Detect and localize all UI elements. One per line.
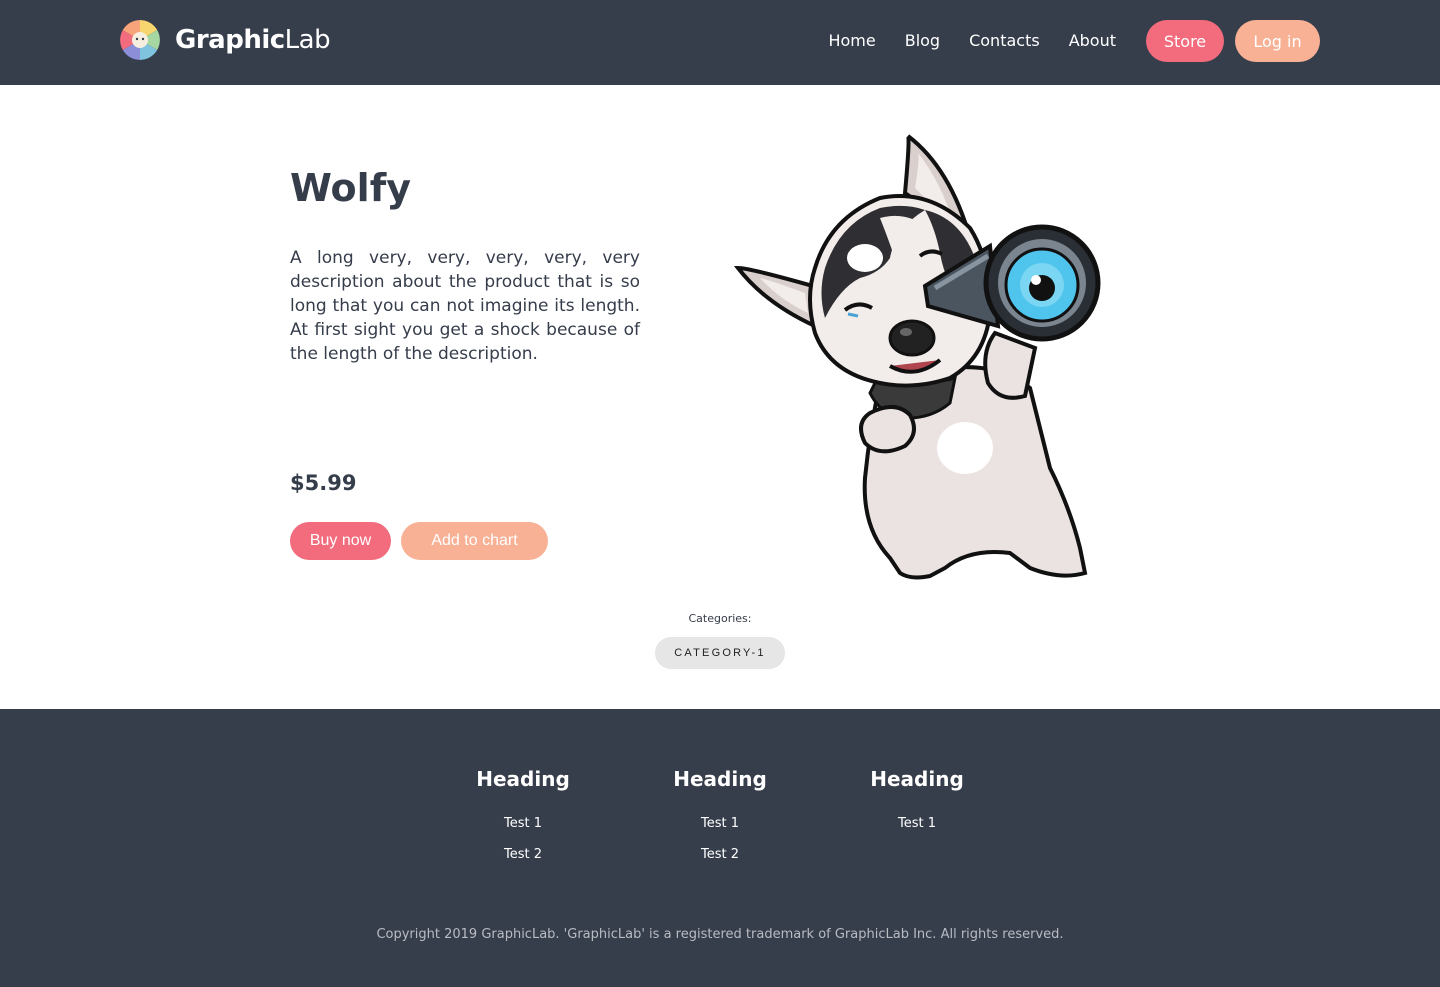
- brand-logo[interactable]: GraphicLab: [120, 20, 331, 60]
- footer-link[interactable]: Test 1: [650, 808, 790, 839]
- site-footer: Heading Test 1 Test 2 Heading Test 1 Tes…: [0, 709, 1440, 987]
- footer-column-1: Heading Test 1 Test 2: [453, 767, 593, 870]
- site-header: GraphicLab Home Blog Contacts About Stor…: [0, 0, 1440, 85]
- footer-link[interactable]: Test 2: [650, 839, 790, 870]
- nav-contacts[interactable]: Contacts: [969, 20, 1040, 62]
- copyright-text: Copyright 2019 GraphicLab. 'GraphicLab' …: [376, 927, 1064, 942]
- footer-link[interactable]: Test 1: [453, 808, 593, 839]
- logo-icon: [120, 20, 160, 60]
- footer-link[interactable]: Test 2: [453, 839, 593, 870]
- nav-blog[interactable]: Blog: [905, 20, 940, 62]
- product-price: $5.99: [290, 471, 357, 495]
- footer-heading: Heading: [673, 767, 767, 791]
- product-title: Wolfy: [290, 166, 411, 210]
- footer-column-3: Heading Test 1: [847, 767, 987, 839]
- category-chip[interactable]: CATEGORY-1: [655, 637, 785, 669]
- buy-now-button[interactable]: Buy now: [290, 522, 391, 560]
- footer-column-2: Heading Test 1 Test 2: [650, 767, 790, 870]
- store-button[interactable]: Store: [1146, 20, 1224, 62]
- product-description: A long very, very, very, very, very desc…: [290, 248, 640, 364]
- add-to-cart-button[interactable]: Add to chart: [401, 522, 548, 560]
- main-nav: Home Blog Contacts About Store Log in: [828, 20, 1320, 62]
- login-button[interactable]: Log in: [1235, 20, 1320, 62]
- footer-heading: Heading: [870, 767, 964, 791]
- nav-home[interactable]: Home: [828, 20, 875, 62]
- categories-label: Categories:: [688, 612, 752, 625]
- brand-name: GraphicLab: [175, 25, 331, 55]
- nav-about[interactable]: About: [1069, 20, 1116, 62]
- footer-heading: Heading: [476, 767, 570, 791]
- footer-link[interactable]: Test 1: [847, 808, 987, 839]
- husky-telescope-icon: [730, 128, 1110, 588]
